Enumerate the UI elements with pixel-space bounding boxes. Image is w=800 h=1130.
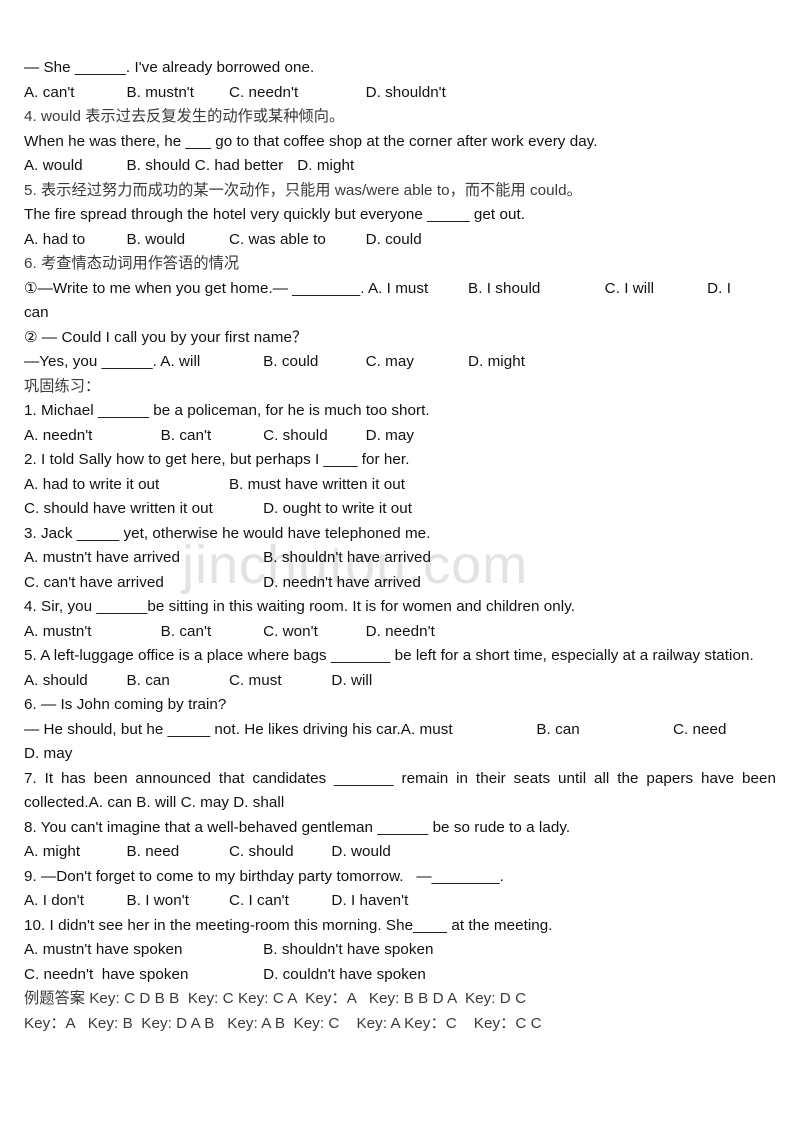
text-line-options: A. should B. can C. must D. will: [24, 671, 373, 689]
text-line: 2. I told Sally how to get here, but per…: [24, 451, 410, 468]
text-line-options: A. mustn't have arrived B. shouldn't hav…: [24, 549, 432, 566]
text-line-options: A. mustn't have spoken B. shouldn't have…: [24, 941, 434, 958]
text-line-cjk: 巩固练习：: [24, 377, 101, 395]
text-line-options: A. mustn't B. can't C. won't D. needn't: [24, 622, 435, 640]
text-line-cjk: 4. would 表示过去反复发生的动作或某种倾向。: [24, 108, 345, 125]
text-line: 8. You can't imagine that a well-behaved…: [24, 818, 571, 836]
text-line-cjk: 6. 考查情态动词用作答语的情况: [24, 255, 240, 272]
text-line: ①—Write to me when you get home.— ______…: [24, 279, 731, 297]
text-line-options: A. I don't B. I won't C. I can't D. I ha…: [24, 892, 409, 909]
text-line: 5. A left-luggage office is a place wher…: [24, 647, 754, 664]
text-line: 6. — Is John coming by train?: [24, 696, 227, 713]
text-line: 1. Michael ______ be a policeman, for he…: [24, 402, 430, 419]
text-line: 9. —Don't forget to come to my birthday …: [24, 867, 504, 885]
text-line: 7. It has been announced that candidates…: [24, 769, 776, 812]
text-line: — He should, but he _____ not. He likes …: [24, 720, 727, 738]
text-line-options: A. had to B. would C. was able to D. cou…: [24, 230, 422, 248]
document-page: jinchutou.com — She ______. I've already…: [0, 0, 800, 1130]
text-line: can: [24, 304, 49, 321]
answer-key-line: 例题答案 Key: C D B B Key: C Key: C A Key：A …: [24, 990, 527, 1007]
text-line: The fire spread through the hotel very q…: [24, 206, 525, 223]
text-line: ② — Could I call you by your first name？: [24, 328, 308, 346]
text-line: 10. I didn't see her in the meeting-room…: [24, 916, 553, 934]
text-line-options: A. needn't B. can't C. should D. may: [24, 426, 414, 444]
text-line: When he was there, he ___ go to that cof…: [24, 132, 598, 150]
document-text-body: — She ______. I've already borrowed one.…: [24, 56, 776, 1036]
text-line-options: A. had to write it out B. must have writ…: [24, 475, 406, 493]
text-line-options: C. should have written it out D. ought t…: [24, 500, 413, 517]
text-line-cjk: 5. 表示经过努力而成功的某一次动作，只能用 was/were able to，…: [24, 181, 582, 199]
text-line: 3. Jack _____ yet, otherwise he would ha…: [24, 524, 431, 542]
text-line: D. may: [24, 745, 73, 762]
text-line-options: A. would B. should C. had better D. migh…: [24, 157, 355, 174]
text-line: — She ______. I've already borrowed one.: [24, 59, 315, 76]
text-line-options: A. can't B. mustn't C. needn't D. should…: [24, 83, 446, 101]
text-line-options: —Yes, you ______. A. will B. could C. ma…: [24, 353, 525, 370]
text-line-options: A. might B. need C. should D. would: [24, 843, 391, 860]
text-line: 4. Sir, you ______be sitting in this wai…: [24, 598, 576, 615]
text-line-options: C. can't have arrived D. needn't have ar…: [24, 573, 421, 591]
answer-key-line: Key：A Key: B Key: D A B Key: A B Key: C …: [24, 1014, 542, 1032]
text-line-options: C. needn't have spoken D. couldn't have …: [24, 965, 426, 983]
